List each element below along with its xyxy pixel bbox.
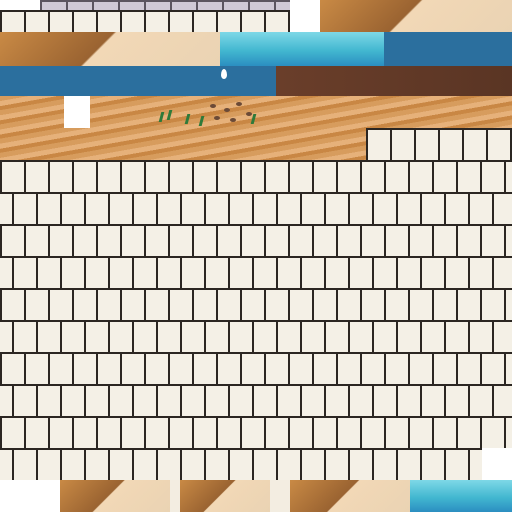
rock-cliff (0, 32, 220, 66)
grass-tuft (156, 106, 266, 130)
sand-white-gap (64, 96, 90, 128)
right-brick-inset (366, 128, 512, 160)
deep-water-band (384, 32, 512, 66)
water-band (220, 32, 384, 66)
top-brick-strip (0, 10, 290, 32)
water-droplet-icon (221, 69, 227, 79)
bottom-rock-tile-3 (290, 480, 410, 512)
top-right-rock-tile (320, 0, 512, 32)
dark-rock-right (276, 66, 512, 96)
white-brick-wall (0, 160, 512, 480)
bottom-left-white (0, 480, 60, 512)
wall-corner-patch (482, 448, 512, 480)
bottom-rock-tile (60, 480, 170, 512)
bottom-rock-tile-2 (180, 480, 270, 512)
bottom-water-tile (410, 480, 512, 512)
top-divider-patch (290, 0, 320, 32)
